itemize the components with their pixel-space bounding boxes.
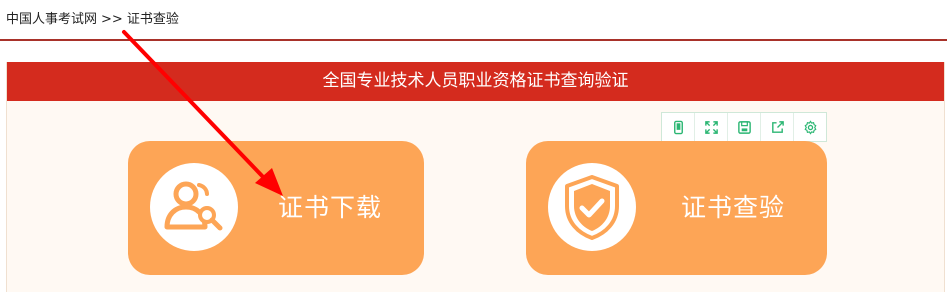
save-icon[interactable] (728, 113, 761, 141)
certificate-download-button[interactable]: 证书下载 (128, 141, 424, 275)
breadcrumb: 中国人事考试网 >> 证书查验 (6, 10, 179, 30)
user-search-icon (164, 181, 223, 231)
breadcrumb-current[interactable]: 证书查验 (127, 12, 179, 27)
panel-title: 全国专业技术人员职业资格证书查询验证 (7, 62, 944, 101)
certificate-verify-button[interactable]: 证书查验 (526, 141, 827, 275)
share-icon[interactable] (761, 113, 794, 141)
breadcrumb-separator: >> (101, 12, 123, 27)
breadcrumb-home-link[interactable]: 中国人事考试网 (6, 12, 97, 27)
certificate-verify-label: 证书查验 (681, 193, 786, 222)
page-toolbar (661, 112, 827, 142)
certificate-panel: 全国专业技术人员职业资格证书查询验证 证书下载 证书查验 (6, 62, 945, 292)
header-divider (0, 39, 947, 41)
certificate-download-label: 证书下载 (278, 193, 383, 222)
settings-icon[interactable] (794, 113, 826, 141)
fullscreen-icon[interactable] (695, 113, 728, 141)
mobile-icon[interactable] (662, 113, 695, 141)
card-icon-circle (548, 163, 636, 251)
shield-check-icon (565, 175, 619, 240)
card-icon-circle (150, 163, 238, 251)
